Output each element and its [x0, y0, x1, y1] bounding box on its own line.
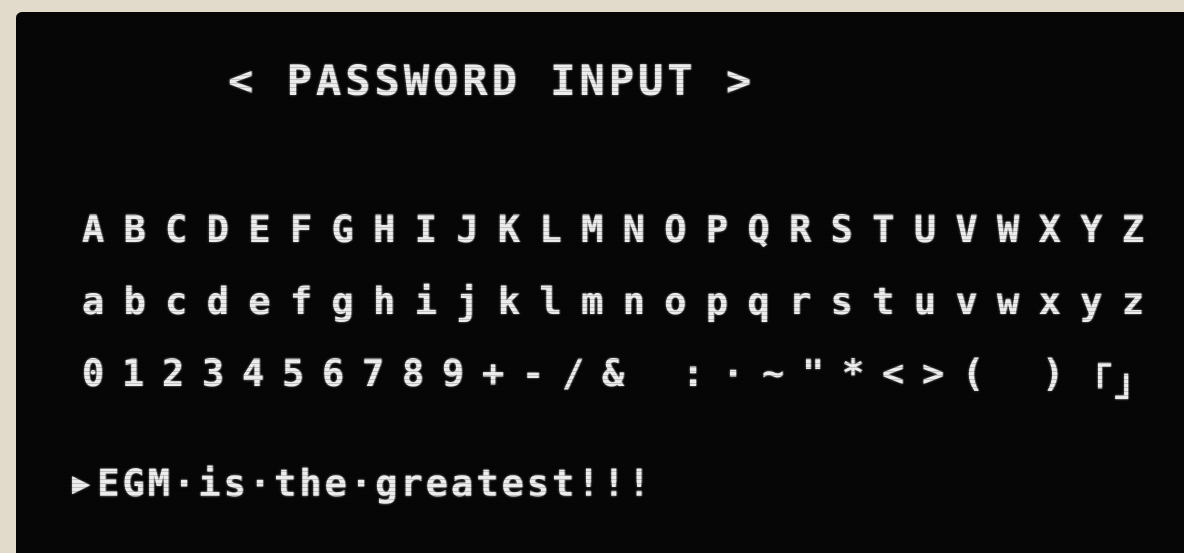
- character-cell[interactable]: F: [282, 208, 322, 251]
- game-screen: < PASSWORD INPUT > ABCDEFGHIJKLMNOPQRSTU…: [16, 12, 1184, 553]
- character-cell[interactable]: 「: [1074, 352, 1114, 406]
- character-cell[interactable]: Z: [1114, 208, 1154, 251]
- character-cell[interactable]: I: [407, 208, 447, 251]
- character-cell[interactable]: B: [116, 208, 156, 251]
- character-cell[interactable]: i: [407, 280, 447, 323]
- lowercase-letter-row[interactable]: abcdefghijklmnopqrstuvwxyz: [74, 280, 1154, 323]
- character-cell[interactable]: (: [954, 352, 994, 406]
- character-cell[interactable]: G: [324, 208, 364, 251]
- character-cell[interactable]: e: [240, 280, 280, 323]
- character-cell[interactable]: r: [781, 280, 821, 323]
- uppercase-letter-row[interactable]: ABCDEFGHIJKLMNOPQRSTUVWXYZ: [74, 208, 1154, 251]
- character-cell[interactable]: [634, 352, 674, 406]
- character-cell[interactable]: M: [573, 208, 613, 251]
- character-cell[interactable]: H: [365, 208, 405, 251]
- character-cell[interactable]: ~: [754, 352, 794, 406]
- character-cell[interactable]: 」: [1114, 352, 1154, 406]
- character-cell[interactable]: 7: [354, 352, 394, 406]
- character-cell[interactable]: m: [573, 280, 613, 323]
- character-cell[interactable]: h: [365, 280, 405, 323]
- character-cell[interactable]: 8: [394, 352, 434, 406]
- character-cell[interactable]: /: [554, 352, 594, 406]
- character-cell[interactable]: *: [834, 352, 874, 406]
- character-cell[interactable]: C: [157, 208, 197, 251]
- character-cell[interactable]: ): [1034, 352, 1074, 406]
- character-cell[interactable]: 0: [74, 352, 114, 406]
- character-cell[interactable]: &: [594, 352, 634, 406]
- character-cell[interactable]: g: [324, 280, 364, 323]
- character-cell[interactable]: P: [698, 208, 738, 251]
- character-cell[interactable]: U: [906, 208, 946, 251]
- character-cell[interactable]: u: [906, 280, 946, 323]
- character-cell[interactable]: j: [448, 280, 488, 323]
- character-cell[interactable]: d: [199, 280, 239, 323]
- character-cell[interactable]: V: [947, 208, 987, 251]
- character-cell[interactable]: R: [781, 208, 821, 251]
- character-cell[interactable]: W: [989, 208, 1029, 251]
- character-cell[interactable]: s: [823, 280, 863, 323]
- screen-title: < PASSWORD INPUT >: [228, 56, 756, 105]
- character-cell[interactable]: D: [199, 208, 239, 251]
- character-cell[interactable]: 2: [154, 352, 194, 406]
- character-cell[interactable]: [994, 352, 1034, 406]
- character-cell[interactable]: b: [116, 280, 156, 323]
- character-cell[interactable]: ·: [714, 352, 754, 406]
- character-cell[interactable]: v: [947, 280, 987, 323]
- character-cell[interactable]: a: [74, 280, 114, 323]
- password-entry-text[interactable]: EGM·is·the·greatest!!!: [97, 462, 653, 505]
- character-cell[interactable]: f: [282, 280, 322, 323]
- character-cell[interactable]: 9: [434, 352, 474, 406]
- character-cell[interactable]: K: [490, 208, 530, 251]
- character-cell[interactable]: A: [74, 208, 114, 251]
- character-cell[interactable]: L: [532, 208, 572, 251]
- character-cell[interactable]: z: [1114, 280, 1154, 323]
- character-cell[interactable]: 1: [114, 352, 154, 406]
- character-cell[interactable]: 4: [234, 352, 274, 406]
- character-cell[interactable]: T: [864, 208, 904, 251]
- character-cell[interactable]: y: [1072, 280, 1112, 323]
- character-cell[interactable]: t: [864, 280, 904, 323]
- character-cell[interactable]: J: [448, 208, 488, 251]
- character-cell[interactable]: w: [989, 280, 1029, 323]
- character-cell[interactable]: :: [674, 352, 714, 406]
- character-cell[interactable]: E: [240, 208, 280, 251]
- number-symbol-row[interactable]: 0 1 2 3 4 5 6 7 8 9 + - / & : · ~ " * < >( ) 「」: [74, 352, 1154, 406]
- character-cell[interactable]: O: [656, 208, 696, 251]
- character-cell[interactable]: Q: [740, 208, 780, 251]
- character-cell[interactable]: ": [794, 352, 834, 406]
- selection-cursor-icon: ▶: [72, 466, 94, 501]
- character-cell[interactable]: 5: [274, 352, 314, 406]
- character-cell[interactable]: l: [532, 280, 572, 323]
- character-cell[interactable]: c: [157, 280, 197, 323]
- character-cell[interactable]: k: [490, 280, 530, 323]
- character-cell[interactable]: p: [698, 280, 738, 323]
- character-cell[interactable]: S: [823, 208, 863, 251]
- password-entry-line[interactable]: ▶ EGM·is·the·greatest!!!: [72, 462, 653, 505]
- character-cell[interactable]: >: [914, 352, 954, 406]
- character-cell[interactable]: 3: [194, 352, 234, 406]
- character-cell[interactable]: 6: [314, 352, 354, 406]
- character-cell[interactable]: N: [615, 208, 655, 251]
- character-cell[interactable]: <: [874, 352, 914, 406]
- character-cell[interactable]: x: [1031, 280, 1071, 323]
- character-cell[interactable]: Y: [1072, 208, 1112, 251]
- character-cell[interactable]: +: [474, 352, 514, 406]
- character-cell[interactable]: -: [514, 352, 554, 406]
- photo-frame: < PASSWORD INPUT > ABCDEFGHIJKLMNOPQRSTU…: [0, 0, 1184, 553]
- character-cell[interactable]: q: [740, 280, 780, 323]
- character-cell[interactable]: n: [615, 280, 655, 323]
- character-cell[interactable]: X: [1031, 208, 1071, 251]
- character-cell[interactable]: o: [656, 280, 696, 323]
